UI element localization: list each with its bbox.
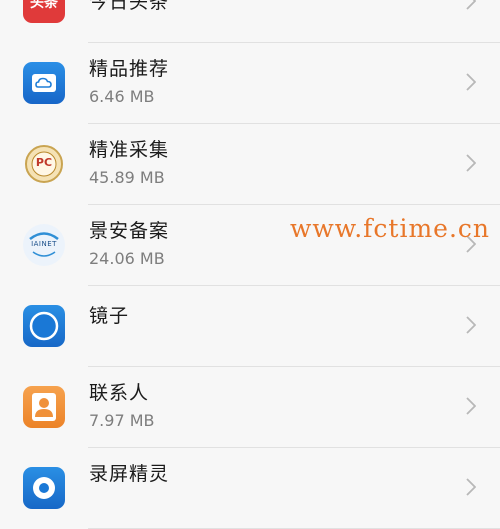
contacts-glyph — [32, 393, 56, 421]
app-size: 45.89 MB — [89, 168, 165, 187]
app-name: 精准采集 — [89, 139, 170, 161]
pc-badge-text: PC — [35, 156, 53, 169]
chevron-right-icon — [466, 154, 476, 172]
list-item-mirror[interactable]: 镜子 — [0, 286, 500, 367]
zzidc-logo-icon: IAINET — [23, 224, 65, 266]
toutiao-logo-icon: 头条 — [23, 0, 65, 23]
app-name: 录屏精灵 — [89, 463, 170, 485]
app-size: 7.97 MB — [89, 411, 155, 430]
chevron-right-icon — [466, 0, 476, 10]
chevron-right-icon — [466, 73, 476, 91]
app-name: 镜子 — [89, 305, 130, 327]
list-item-screen-recorder[interactable]: 录屏精灵 — [0, 448, 500, 529]
app-size: 6.46 MB — [89, 87, 155, 106]
screen-recorder-icon — [23, 467, 65, 509]
screen-recorder-glyph — [33, 477, 55, 499]
list-item-jingpin-tuijian[interactable]: 精品推荐 6.46 MB — [0, 43, 500, 124]
cloud-icon — [23, 62, 65, 104]
site-watermark: www.fctime.cn — [290, 214, 491, 243]
contacts-icon — [23, 386, 65, 428]
app-name: 精品推荐 — [89, 58, 170, 80]
zzidc-logo-text: IAINET — [31, 240, 57, 248]
pc-badge-icon: PC — [23, 143, 65, 185]
app-list: 头条 今日头条 精品推荐 6.46 MB PC 精准采集 45.89 MB IA… — [0, 0, 500, 529]
toutiao-logo-text: 头条 — [30, 0, 58, 11]
app-name: 今日头条 — [89, 0, 170, 13]
mirror-glyph — [29, 311, 59, 341]
cloud-glyph — [32, 74, 56, 92]
list-item-jingzhun-caiji[interactable]: PC 精准采集 45.89 MB — [0, 124, 500, 205]
mirror-icon — [23, 305, 65, 347]
chevron-right-icon — [466, 316, 476, 334]
app-name: 景安备案 — [89, 220, 170, 242]
app-size: 24.06 MB — [89, 249, 165, 268]
list-item-toutiao[interactable]: 头条 今日头条 — [0, 0, 500, 43]
chevron-right-icon — [466, 397, 476, 415]
list-item-contacts[interactable]: 联系人 7.97 MB — [0, 367, 500, 448]
chevron-right-icon — [466, 478, 476, 496]
app-name: 联系人 — [89, 382, 150, 404]
